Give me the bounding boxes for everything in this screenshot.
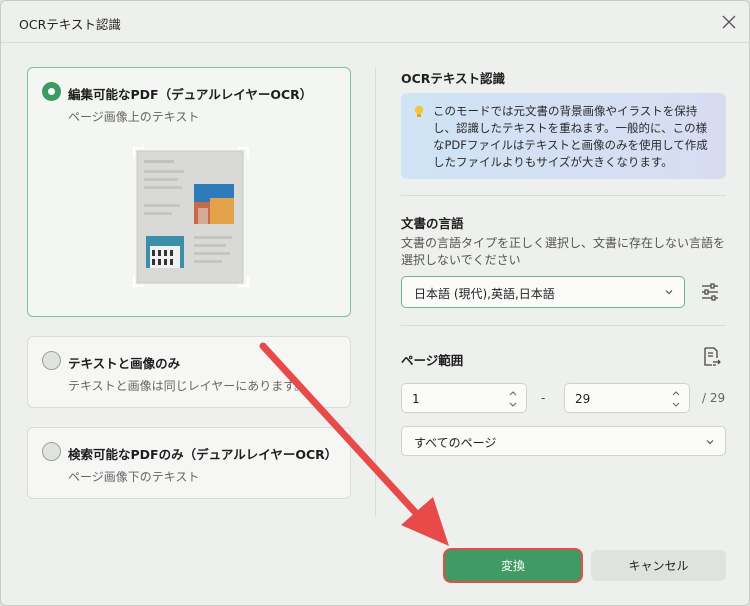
page-range-icon (704, 347, 721, 366)
document-preview-image (132, 146, 250, 288)
dialog-title: OCRテキスト認識 (19, 17, 121, 32)
chevron-down-icon (665, 290, 673, 295)
ocr-dialog: OCRテキスト認識 編集可能なPDF（デュアルレイヤーOCR） ページ画像上のテ… (0, 0, 750, 606)
page-range-title: ページ範囲 (401, 353, 464, 368)
close-icon (722, 15, 736, 29)
option-text-and-images[interactable]: テキストと画像のみ テキストと画像は同じレイヤーにあります。 (27, 336, 351, 408)
stepper-arrows-icon[interactable] (671, 389, 681, 409)
page-from-stepper[interactable] (401, 383, 527, 413)
option-description: テキストと画像は同じレイヤーにあります。 (68, 379, 307, 393)
ocr-section-title: OCRテキスト認識 (401, 71, 506, 86)
page-total: / 29 (702, 391, 726, 405)
option-title: 編集可能なPDF（デュアルレイヤーOCR） (68, 87, 313, 102)
cancel-button[interactable]: キャンセル (591, 550, 726, 581)
separator (401, 195, 726, 196)
radio-searchable-pdf[interactable] (42, 442, 61, 461)
sliders-icon (702, 283, 718, 301)
radio-editable-pdf[interactable] (42, 82, 61, 101)
option-description: ページ画像上のテキスト (68, 110, 200, 124)
option-title: テキストと画像のみ (68, 356, 181, 371)
title-bar: OCRテキスト認識 (1, 1, 749, 43)
range-dash: - (541, 391, 546, 405)
stepper-arrows-icon[interactable] (508, 389, 518, 409)
option-description: ページ画像下のテキスト (68, 470, 200, 484)
page-range-button[interactable] (700, 346, 722, 368)
language-select[interactable]: 日本語 (現代),英語,日本語 (401, 276, 685, 308)
page-to-stepper[interactable] (564, 383, 690, 413)
vertical-divider (375, 67, 376, 517)
page-subset-select[interactable]: すべてのページ (401, 426, 726, 456)
page-from-input[interactable] (412, 390, 492, 408)
option-searchable-pdf[interactable]: 検索可能なPDFのみ（デュアルレイヤーOCR） ページ画像下のテキスト (27, 427, 351, 499)
language-select-value: 日本語 (現代),英語,日本語 (414, 287, 555, 301)
language-section-title: 文書の言語 (401, 216, 464, 231)
option-title: 検索可能なPDFのみ（デュアルレイヤーOCR） (68, 447, 338, 462)
lightbulb-icon (414, 105, 424, 117)
chevron-down-icon (706, 440, 714, 445)
separator (401, 325, 726, 326)
language-hint: 文書の言語タイプを正しく選択し、文書に存在しない言語を選択しないでください (401, 236, 726, 267)
info-box: このモードでは元文書の背景画像やイラストを保持し、認識したテキストを重ねます。一… (401, 93, 726, 179)
language-settings-button[interactable] (699, 281, 721, 303)
info-text: このモードでは元文書の背景画像やイラストを保持し、認識したテキストを重ねます。一… (433, 104, 708, 169)
option-editable-pdf[interactable]: 編集可能なPDF（デュアルレイヤーOCR） ページ画像上のテキスト (27, 67, 351, 317)
page-subset-value: すべてのページ (414, 436, 497, 450)
radio-text-and-images[interactable] (42, 351, 61, 370)
close-button[interactable] (715, 9, 743, 35)
page-to-input[interactable] (575, 390, 655, 408)
convert-button[interactable]: 変換 (445, 550, 581, 581)
